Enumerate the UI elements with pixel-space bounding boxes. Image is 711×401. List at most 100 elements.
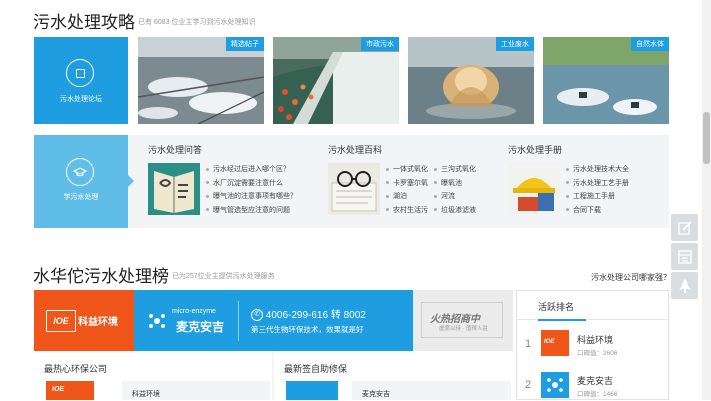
rocket-icon [678,278,691,293]
bullet-icon [386,167,389,171]
photo-featured-posts[interactable]: 精选帖子 [138,37,264,124]
bullet-icon [206,208,209,212]
active-ranking-title: 活跃排名 [538,302,575,312]
photo-tag: 自然水体 [631,37,669,51]
qa-link[interactable]: 水厂沉淀需要注意什么 [206,177,297,191]
popular-company-title: 最热心环保公司 [44,364,108,374]
micro-enzyme-logo-thumb[interactable] [286,381,338,400]
encyclopedia-link[interactable]: 河流 [434,190,476,204]
forum-tile[interactable]: 污水处理论坛 [34,37,128,124]
rank-number: 2 [525,379,532,391]
qa-link[interactable]: 曝气池的注意事项有哪些？ [206,190,297,204]
ad-micro-enzyme[interactable]: micro-enzyme 麦克安吉 ✆ 4006-299-616 转 8002 … [134,290,413,351]
rank-company-name: 麦克安吉 [577,376,614,386]
ad-divider [238,301,239,341]
guide-title: 污水处理攻略 [33,13,135,32]
manual-link[interactable]: 工程施工手册 [566,190,629,204]
recent-signed-title: 最新签自助修保 [284,364,348,374]
encyclopedia-col2: 三沟式氧化 曝氧池 河流 垃圾渗滤液 [434,163,476,217]
rank-score: 口碑值：1466 [577,391,618,398]
kyhj-ad-name: 科益环境 [78,317,118,328]
hardhat-image [508,163,560,215]
rank-score: 口碑值：2606 [577,350,618,357]
company-compare-link[interactable]: 污水处理公司哪家强？ [591,272,671,283]
micro-enzyme-cn: 麦克安吉 [176,320,225,334]
bullet-icon [566,167,569,171]
bullet-icon [206,181,209,185]
photo-municipal[interactable]: 市政污水 [273,37,399,124]
ranking-subtitle: 已为257位业主提供污水处理服务 [172,273,275,280]
recent-signed-entry[interactable]: 麦克安吉 [352,381,511,400]
forum-tile-label: 污水处理论坛 [60,96,102,103]
manual-link[interactable]: 合同下载 [566,204,629,218]
side-doc-button[interactable] [671,243,698,270]
kyhj-logo-thumb[interactable]: IOE [46,381,94,400]
qa-thumbnail[interactable] [148,163,200,215]
ad-kyhj[interactable]: IOE 科益环境 [34,290,134,351]
rank-row[interactable]: 1 IOE 科益环境 口碑值：2606 [517,327,668,361]
micro-enzyme-logo-icon [541,372,569,398]
side-edit-button[interactable] [671,214,698,241]
photo-tag: 工业废水 [496,37,534,51]
photo-tag: 市政污水 [361,37,399,51]
bullet-icon [434,167,437,171]
recent-signed-name: 麦克安吉 [362,391,390,398]
edit-icon [677,220,692,235]
bullet-icon [386,208,389,212]
encyclopedia-link[interactable]: 曝氧池 [434,177,476,191]
micro-enzyme-en: micro-enzyme [172,308,216,315]
qa-link[interactable]: 污水经过后进入哪个区？ [206,163,297,177]
qa-title[interactable]: 污水处理问答 [148,143,202,156]
encyclopedia-link[interactable]: 农村生活污 [386,204,428,218]
photo-industrial[interactable]: 工业废水 [408,37,534,124]
manual-title[interactable]: 污水处理手册 [508,143,562,156]
manual-list: 污水处理技术大全 污水处理工艺手册 工程施工手册 合同下载 [566,163,629,217]
scrollbar-thumb[interactable] [703,112,710,164]
encyclopedia-link[interactable]: 垃圾渗滤液 [434,204,476,218]
ranking-title: 水华佗污水处理榜 [33,267,169,286]
document-icon [677,249,692,264]
active-tab-underline [538,319,586,321]
rank-row[interactable]: 2 麦克安吉 口碑值：1466 [517,369,668,401]
bullet-icon [206,194,209,198]
encyclopedia-link[interactable]: 湖泊 [386,190,428,204]
qa-list: 污水经过后进入哪个区？ 水厂沉淀需要注意什么 曝气池的注意事项有哪些？ 曝气管选… [206,163,297,217]
qa-book-image [148,163,200,215]
encyclopedia-link[interactable]: 三沟式氧化 [434,163,476,177]
bullet-icon [386,194,389,198]
bullet-icon [566,194,569,198]
encyclopedia-link[interactable]: 卡罗塞尔氧 [386,177,428,191]
photo-natural-water[interactable]: 自然水体 [543,37,669,124]
popular-company-name: 科益环境 [132,391,160,398]
learn-tile[interactable]: 学污水处理 [34,135,128,228]
encyclopedia-thumbnail[interactable] [328,163,380,215]
back-to-top-button[interactable] [671,272,698,299]
encyclopedia-col1: 一体式氧化 卡罗塞尔氧 湖泊 农村生活污 [386,163,428,217]
graduation-cap-icon [66,158,94,186]
learn-tile-label: 学污水处理 [63,194,99,201]
kyhj-logo-icon: IOE [52,386,65,393]
micro-enzyme-slogan: 第三代生物环保技术，效果就是好 [251,325,364,334]
encyclopedia-link[interactable]: 一体式氧化 [386,163,428,177]
tile-arrow [128,175,134,187]
popular-company-card: 最热心环保公司 IOE 科益环境 [34,351,272,400]
popular-company-entry[interactable]: 科益环境 [122,381,270,400]
manual-thumbnail[interactable] [508,163,560,215]
bullet-icon [434,181,437,185]
bullet-icon [386,181,389,185]
kyhj-logo-icon: IOE [46,310,76,332]
active-ranking-panel: 活跃排名 1 IOE 科益环境 口碑值：2606 2 麦克安吉 口碑值：1466 [516,290,669,400]
glasses-book-image [328,163,380,215]
scrollbar-track[interactable] [702,0,711,400]
qa-link[interactable]: 曝气管选型应注意的问题 [206,204,297,218]
rank-number: 1 [525,338,532,350]
encyclopedia-title[interactable]: 污水处理百科 [328,143,382,156]
ad-recruit[interactable]: 火热招商中 虚席以待 · 值得入驻 [413,290,513,351]
bullet-icon [566,181,569,185]
square-icon [66,59,94,87]
manual-link[interactable]: 污水处理工艺手册 [566,177,629,191]
recruit-title: 火热招商中 [430,314,480,325]
recent-signed-card: 最新签自助修保 麦克安吉 [274,351,513,400]
guide-subtitle: 已有 6083 位业主学习到污水处理知识 [138,19,256,26]
manual-link[interactable]: 污水处理技术大全 [566,163,629,177]
